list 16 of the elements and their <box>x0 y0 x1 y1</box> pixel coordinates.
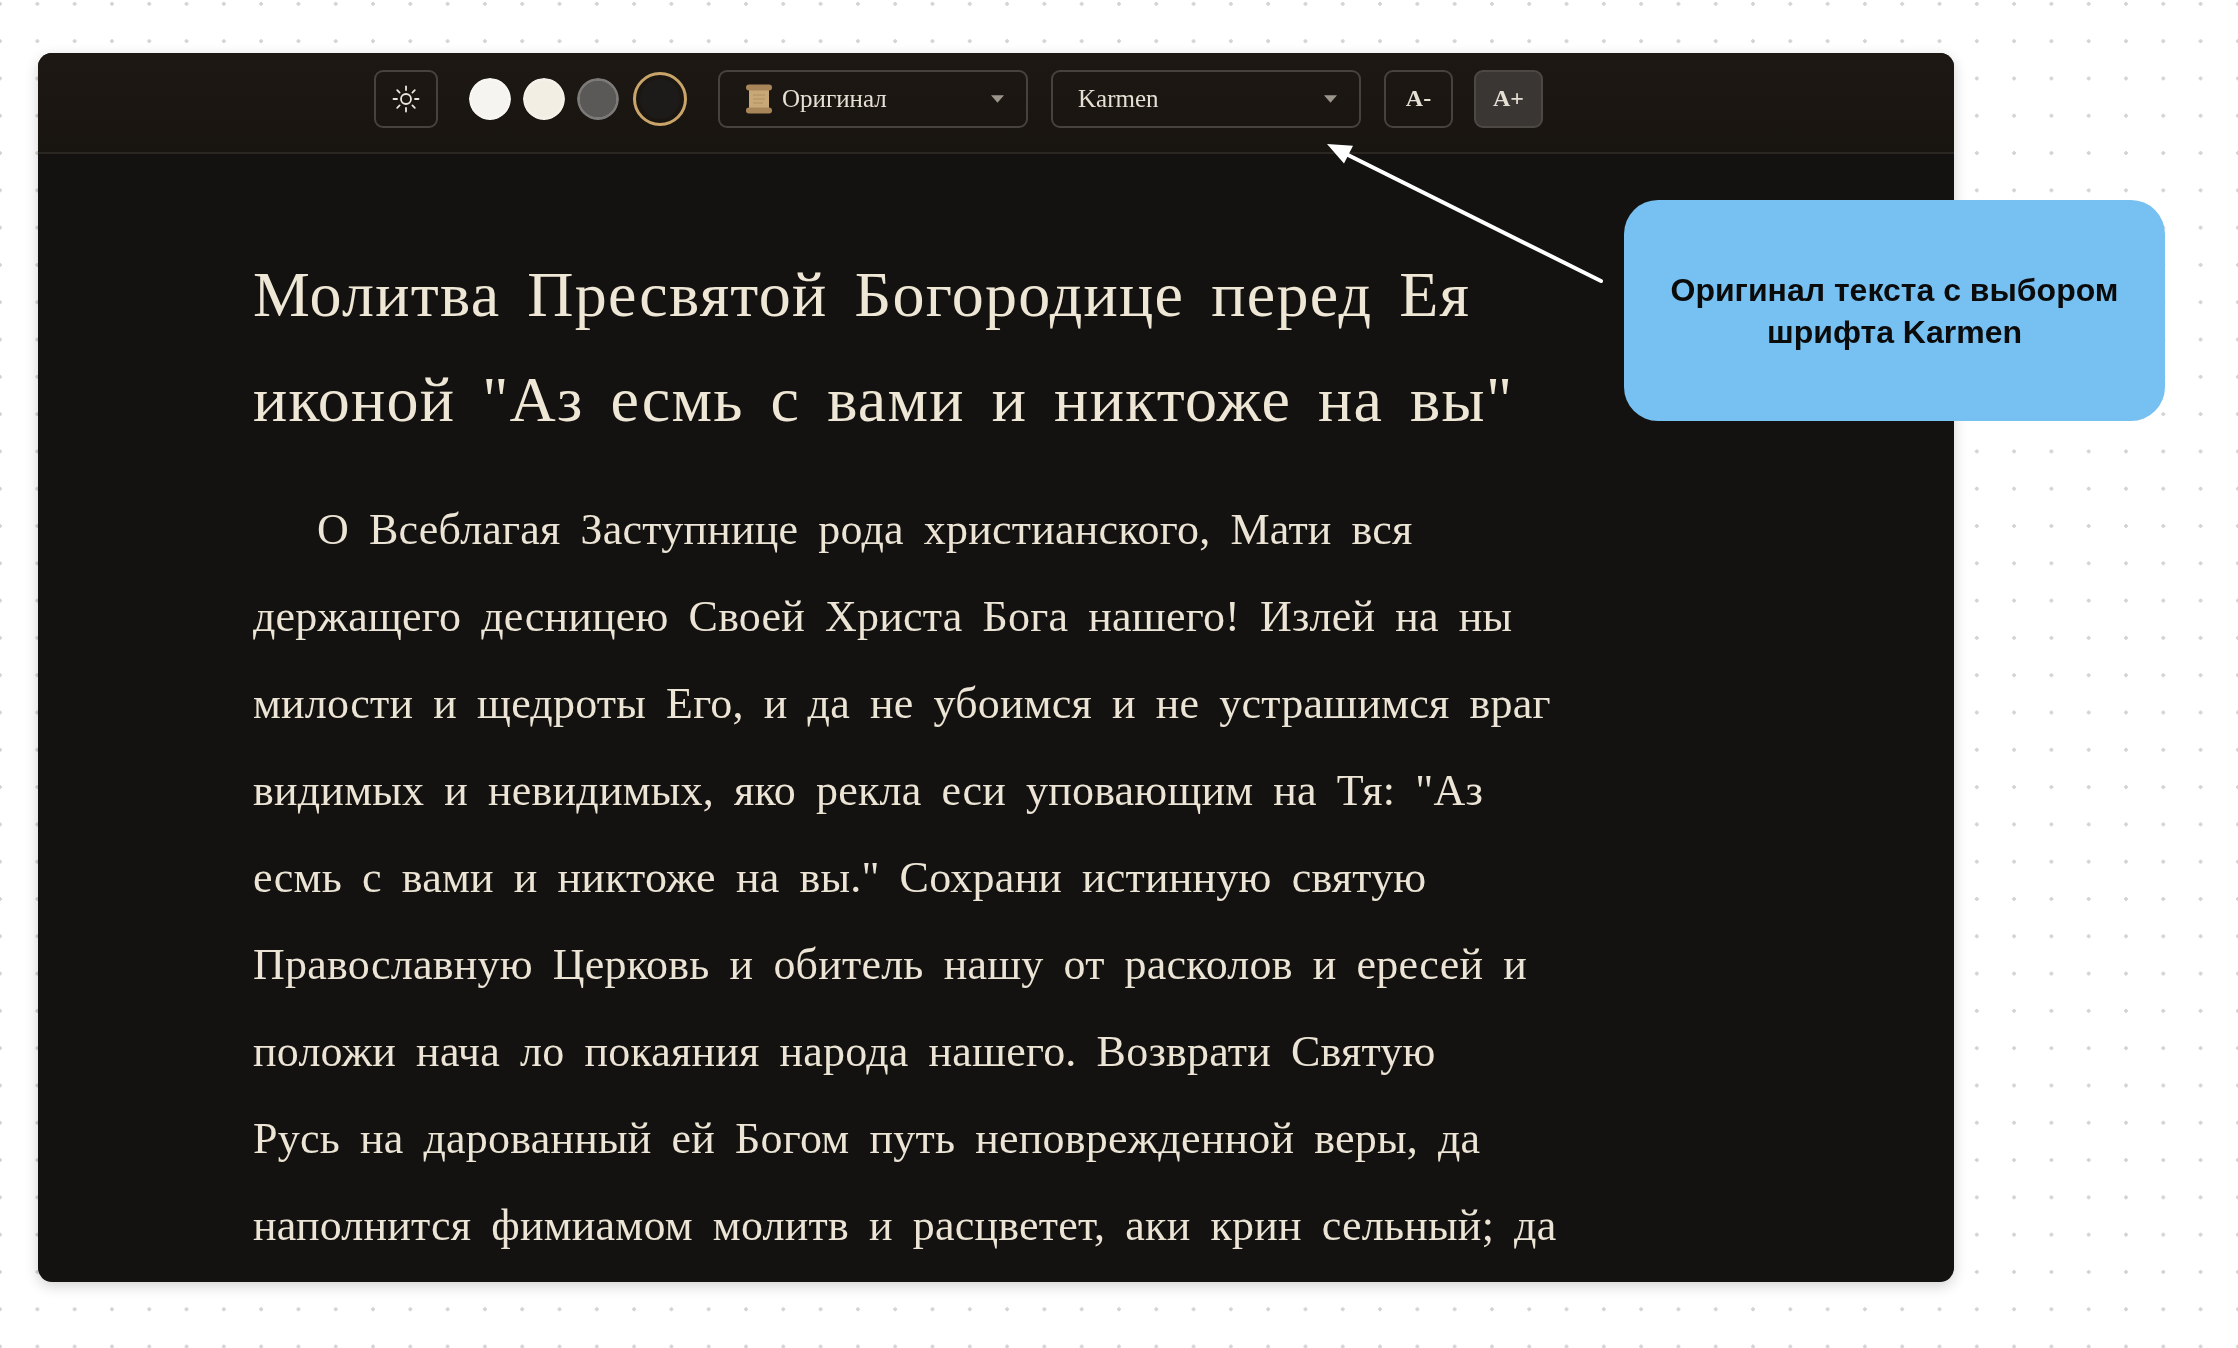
scroll-icon <box>745 83 773 114</box>
prayer-title: Молитва Пресвятой Богородице перед Ея иконой "Аз есмь с вами и никтоже на вы" <box>253 258 1515 437</box>
theme-color-swatch[interactable] <box>577 77 619 120</box>
theme-toggle-button[interactable] <box>374 69 438 128</box>
edition-dropdown[interactable]: Оригинал <box>718 69 1028 128</box>
sun-icon <box>392 84 420 113</box>
theme-color-swatch[interactable] <box>523 77 565 120</box>
font-size-button[interactable]: A- <box>1384 69 1453 128</box>
prayer-text: О Всеблагая Заступнице рода христианского, Мати вся держащего десницею Своей Христа Бога нашего! Излей на ны милости и щедроты Его, и да не убоимся и не устрашимся враг видимых и невидимых, яко рекла еси уповающим на Тя: "Аз есмь с вами и никтоже на вы." Сохрани истинную святую Православную Церковь и обитель нашу от расколов и ересей и положи нача ло покаяния народа нашего. Возврати Святую Русь на дарованный ей Богом путь неповрежденной веры, да наполнится фимиамом молитв и расцветет, аки крин сельный; да <box>253 504 1557 1252</box>
callout-text: Оригинал текста с выбором шрифта Karmen <box>1669 270 2120 352</box>
theme-color-swatch[interactable] <box>633 71 687 126</box>
caret-icon <box>991 94 1004 103</box>
caret-icon <box>1324 94 1337 103</box>
theme-color-swatch[interactable] <box>469 77 511 120</box>
font-dropdown[interactable]: Karmen <box>1051 69 1361 128</box>
font-size-button[interactable]: A+ <box>1474 69 1543 128</box>
